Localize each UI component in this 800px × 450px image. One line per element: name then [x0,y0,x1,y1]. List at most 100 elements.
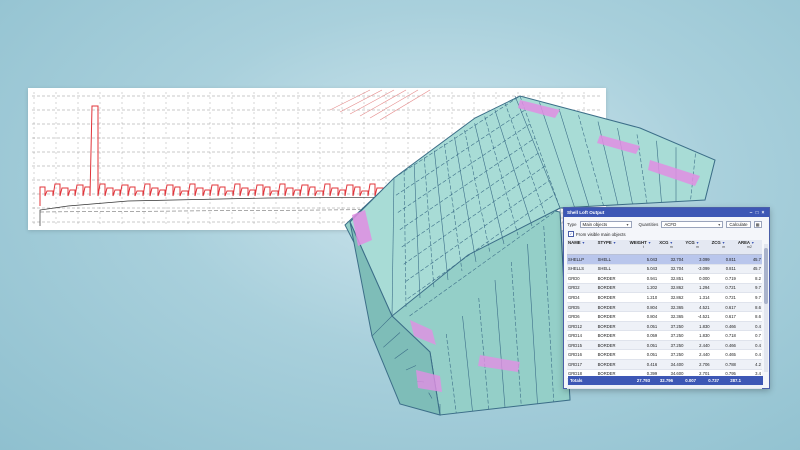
table-row[interactable]: GRD17 BORDER 0.416 34.400 2.706 0.788 4.2 [567,359,762,370]
type-select-value: Main objects [582,222,608,227]
totals-xcg: 32.796 [659,378,673,383]
column-header[interactable]: STYPE ▼ [596,240,629,255]
table-cell: 8.6 [736,311,762,322]
table-cell: 9.7 [736,292,762,303]
table-row[interactable]: GRD2 BORDER 1.202 32.862 1.294 0.721 9.7 [567,283,762,294]
totals-area: 287.1 [730,378,741,383]
table-cell: 37.250 [658,321,685,332]
drawing-canvas [32,92,606,226]
table-cell: SHELLP [567,254,597,265]
table-cell: GRD6 [567,311,597,322]
shell-expansion-drawing [28,88,606,230]
table-cell: 0.466 [710,340,737,351]
table-cell: 0.941 [628,273,659,284]
table-cell: BORDER [596,359,629,370]
table-cell: 0.617 [710,311,737,322]
column-header-label: NAME [568,240,581,245]
column-unit: m [669,245,673,249]
column-header[interactable]: YCG ▼ m [684,240,711,255]
table-cell: 45.7 [736,264,762,275]
column-unit: m [696,245,700,249]
table-cell: 1.294 [684,283,711,294]
filter-icon[interactable]: ▼ [647,241,652,245]
hull-side-wall [349,221,441,416]
table-cell: GRD12 [567,321,597,332]
table-cell: GRD16 [567,349,597,360]
table-cell: BORDER [596,321,629,332]
table-cell: BORDER [596,283,629,294]
table-row[interactable]: GRD14 BORDER 0.059 37.250 1.830 0.718 0.7 [567,330,762,341]
table-cell: GRD5 [567,302,597,313]
column-header-label: ZCG [711,240,721,245]
highlight-plate-5 [410,320,436,345]
column-header[interactable]: XCG ▼ m [658,240,685,255]
table-cell: 32.851 [658,273,685,284]
table-row[interactable]: GRD5 BORDER 0.804 32.365 4.521 0.617 8.6 [567,302,762,313]
table-row[interactable]: GRD4 BORDER 1.210 32.862 1.314 0.721 9.7 [567,292,762,303]
totals-label: Totals [570,378,583,383]
table-cell: SHELL [596,264,629,275]
scrollbar-thumb[interactable] [764,248,768,304]
chevron-down-icon: ▾ [718,222,721,227]
shell-loft-output-window[interactable]: Shell Loft Output – □ × Type Main object… [563,207,770,389]
table-cell: 0.051 [628,340,659,351]
table-row[interactable]: GRD16 BORDER 0.051 37.250 2.440 0.465 0.4 [567,349,762,360]
table-cell: 34.400 [658,359,685,370]
filter-icon[interactable]: ▼ [612,241,617,245]
calculate-button[interactable]: Calculate [726,221,751,228]
table-cell: 0.4 [736,340,762,351]
table-cell: 2.706 [684,359,711,370]
table-cell: GRD14 [567,330,597,341]
highlight-plate-3 [648,160,700,186]
excel-export-icon[interactable]: ▦ [753,221,762,228]
hull-profile-outline [39,195,606,226]
table-cell: 1.210 [628,292,659,303]
table-row[interactable]: GRD12 BORDER 0.051 37.250 1.830 0.466 0.4 [567,321,762,332]
table-row[interactable]: GRD0 BORDER 0.941 32.851 0.000 0.719 8.2 [567,273,762,284]
table-cell: 37.250 [658,330,685,341]
table-scrollbar[interactable] [764,244,768,372]
column-header-label: XCG [659,240,669,245]
table-cell: GRD0 [567,273,597,284]
table-header-row: NAME ▼ STYPE ▼ WEIGHT ▼ t XCG ▼ m YCG ▼ m ZCG ▼ m… [567,240,762,255]
table-cell: 2.440 [684,349,711,360]
table-cell: 0.416 [628,359,659,370]
table-cell: 5.043 [628,264,659,275]
table-row[interactable]: SHELLP SHELL 5.043 32.704 3.099 0.811 45.7 [567,254,762,265]
column-header[interactable]: AREA ▼ m2 [736,240,762,255]
table-cell: 0.051 [628,321,659,332]
column-header[interactable]: ZCG ▼ m [710,240,737,255]
filter-icon[interactable]: ▼ [581,241,586,245]
table-cell: 0.051 [628,349,659,360]
table-cell: 32.365 [658,302,685,313]
table-row[interactable]: GRD15 BORDER 0.051 37.250 2.440 0.466 0.4 [567,340,762,351]
close-button[interactable]: × [760,210,766,216]
table-cell: BORDER [596,273,629,284]
visible-objects-option[interactable]: ✓ From visible main objects [564,230,769,240]
table-cell: 3.099 [684,254,711,265]
quantities-label: Quantities [638,222,659,227]
table-cell: 1.830 [684,321,711,332]
table-row[interactable]: SHELLS SHELL 5.043 32.704 -3.099 0.811 45.7 [567,264,762,275]
column-header[interactable]: NAME ▼ [567,240,597,255]
visible-objects-checkbox[interactable]: ✓ [568,231,574,237]
table-cell: 0.7 [736,330,762,341]
quantities-select-value: ACFD [664,222,677,227]
quantities-select[interactable]: ACFD ▾ [661,221,724,228]
type-select[interactable]: Main objects ▾ [579,221,632,228]
table-cell: GRD2 [567,283,597,294]
table-cell: 32.862 [658,283,685,294]
window-titlebar[interactable]: Shell Loft Output – □ × [564,208,769,217]
column-header[interactable]: WEIGHT ▼ t [628,240,659,255]
totals-ycg: 0.007 [685,378,696,383]
type-label: Type [567,222,577,227]
column-unit: m [722,245,726,249]
totals-weight: 27.793 [636,378,650,383]
deck-line [39,207,606,213]
table-cell: 0.465 [710,349,737,360]
table-row[interactable]: GRD6 BORDER 0.804 32.365 -4.521 0.617 8.6 [567,311,762,322]
table-cell: BORDER [596,349,629,360]
column-header-label: WEIGHT [629,240,647,245]
table-cell: 0.811 [710,254,737,265]
shell-plate-outline [39,105,606,206]
